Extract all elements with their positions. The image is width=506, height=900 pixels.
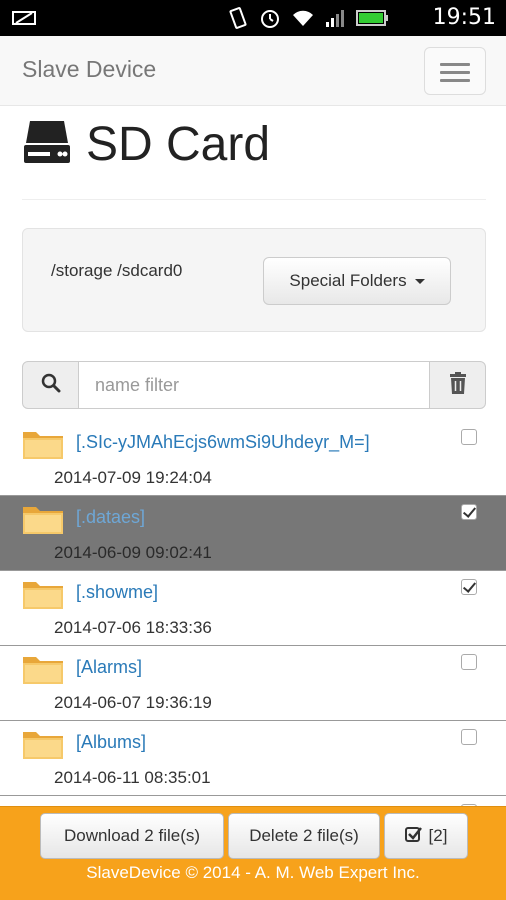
vibrate-icon [226, 6, 250, 35]
page-header: SD Card [22, 114, 270, 174]
select-count-button[interactable]: [2] [384, 813, 468, 859]
special-folders-button[interactable]: Special Folders [263, 257, 451, 305]
file-select-checkbox[interactable] [461, 579, 477, 595]
file-row[interactable]: [.SIc-yJMAhEcjs6wmSi9Uhdeyr_M=] 2014-07-0… [0, 420, 506, 495]
delete-label: Delete 2 file(s) [249, 826, 359, 845]
row-divider [0, 720, 506, 721]
row-divider [0, 495, 506, 496]
folder-icon [22, 428, 64, 465]
hamburger-icon [440, 63, 470, 66]
file-row-partial[interactable] [0, 795, 506, 806]
file-row[interactable]: [Albums] 2014-06-11 08:35:01 [0, 720, 506, 795]
file-select-checkbox[interactable] [461, 504, 477, 520]
file-row[interactable]: [.dataes] 2014-06-09 09:02:41 [0, 495, 506, 570]
file-date: 2014-06-11 08:35:01 [54, 768, 211, 787]
copyright: SlaveDevice © 2014 - A. M. Web Expert In… [86, 863, 420, 882]
hamburger-icon-bar [440, 79, 470, 82]
check-square-icon [404, 825, 423, 848]
folder-icon [22, 653, 64, 690]
trash-icon [448, 371, 468, 400]
file-date: 2014-06-09 09:02:41 [54, 543, 212, 562]
row-divider [0, 645, 506, 646]
wifi-icon [290, 6, 316, 35]
app-brand[interactable]: Slave Device [22, 56, 156, 83]
signal-icon [324, 6, 348, 35]
folder-icon [22, 728, 64, 765]
file-select-checkbox[interactable] [461, 729, 477, 745]
current-path: /storage /sdcard0 [51, 261, 183, 280]
folder-icon [22, 578, 64, 615]
row-divider [0, 570, 506, 571]
download-label: Download 2 file(s) [63, 826, 201, 845]
file-name-link[interactable]: [.SIc-yJMAhEcjs6wmSi9Uhdeyr_M=] [76, 432, 370, 453]
search-icon [41, 373, 61, 398]
file-date: 2014-07-09 19:24:04 [54, 468, 212, 487]
status-bar: 19:51 [0, 0, 506, 36]
clock: 19:51 [432, 5, 496, 30]
row-divider [0, 795, 506, 796]
hdd-icon [22, 117, 72, 172]
menu-toggle-button[interactable] [424, 47, 486, 95]
file-name-link[interactable]: [.dataes] [76, 507, 145, 528]
file-name-link[interactable]: [Albums] [76, 732, 146, 753]
file-name-link[interactable]: [Alarms] [76, 657, 142, 678]
path-panel: /storage /sdcard0 Special Folders [22, 228, 486, 332]
hamburger-icon-bar [440, 71, 470, 74]
caret-down-icon [414, 278, 425, 284]
file-date: 2014-07-06 18:33:36 [54, 618, 212, 637]
filter-group [22, 361, 486, 409]
alarm-icon [258, 6, 282, 35]
file-row[interactable]: [Alarms] 2014-06-07 19:36:19 [0, 645, 506, 720]
search-button[interactable] [22, 361, 79, 409]
file-date: 2014-06-07 19:36:19 [54, 693, 212, 712]
special-folders-label: Special Folders [289, 271, 407, 290]
folder-icon [22, 503, 64, 540]
file-select-checkbox[interactable] [461, 654, 477, 670]
footer-toolbar: Download 2 file(s) Delete 2 file(s) [2] … [0, 806, 506, 900]
select-count: [2] [428, 826, 448, 845]
battery-icon [356, 6, 390, 35]
navbar: Slave Device [0, 36, 506, 106]
delete-button[interactable]: Delete 2 file(s) [228, 813, 380, 859]
clear-filter-button[interactable] [429, 361, 486, 409]
download-button[interactable]: Download 2 file(s) [40, 813, 224, 859]
divider [22, 199, 486, 200]
file-name-link[interactable]: [.showme] [76, 582, 158, 603]
card-notification-icon [10, 8, 40, 33]
page-title: SD Card [86, 117, 271, 171]
file-row[interactable]: [.showme] 2014-07-06 18:33:36 [0, 570, 506, 645]
file-select-checkbox[interactable] [461, 429, 477, 445]
file-list: [.SIc-yJMAhEcjs6wmSi9Uhdeyr_M=] 2014-07-0… [0, 420, 506, 806]
name-filter-input[interactable] [78, 361, 430, 409]
